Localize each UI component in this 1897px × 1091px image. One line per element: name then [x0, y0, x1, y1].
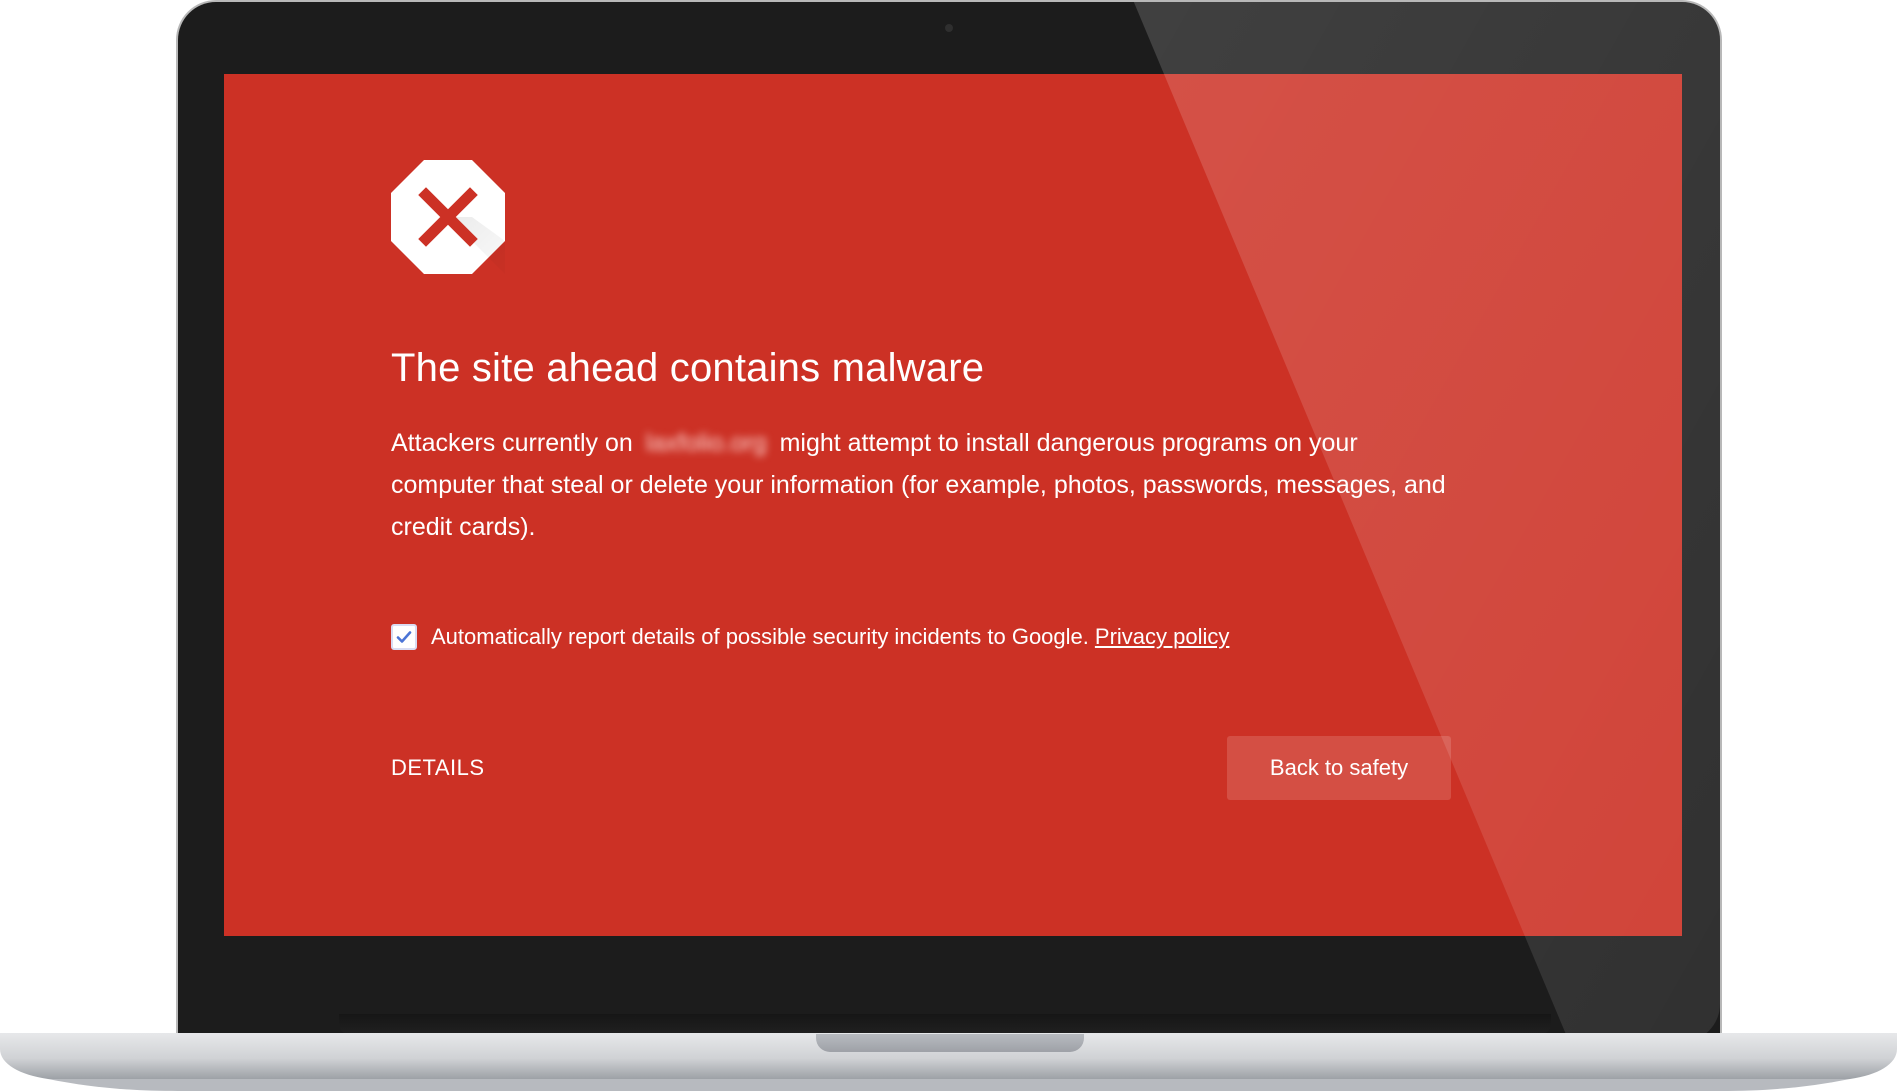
report-text: Automatically report details of possible… — [431, 624, 1089, 649]
warning-description: Attackers currently on laxfolio.org migh… — [391, 422, 1451, 548]
scene: The site ahead contains malware Attacker… — [0, 0, 1897, 1091]
details-link[interactable]: DETAILS — [391, 755, 485, 781]
stop-icon — [391, 160, 505, 274]
checkbox-check-icon — [396, 631, 412, 643]
report-option: Automatically report details of possible… — [391, 624, 1451, 650]
browser-screen: The site ahead contains malware Attacker… — [224, 74, 1682, 936]
camera — [945, 24, 953, 32]
laptop-notch — [816, 1034, 1084, 1052]
laptop-hinge — [339, 1014, 1551, 1034]
malware-warning-page: The site ahead contains malware Attacker… — [391, 160, 1451, 800]
warning-actions: DETAILS Back to safety — [391, 736, 1451, 800]
page-title: The site ahead contains malware — [391, 346, 985, 390]
back-to-safety-button[interactable]: Back to safety — [1227, 736, 1451, 800]
description-prefix: Attackers currently on — [391, 429, 633, 457]
blurred-domain: laxfolio.org — [645, 429, 767, 457]
report-checkbox[interactable] — [391, 624, 417, 650]
privacy-policy-link[interactable]: Privacy policy — [1095, 624, 1229, 650]
